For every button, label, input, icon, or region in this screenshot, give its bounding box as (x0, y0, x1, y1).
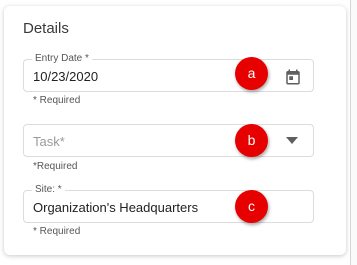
card-title: Details (23, 20, 69, 37)
screenshot-frame: Details Entry Date * 10/23/2020 * Requir… (0, 0, 357, 265)
entry-date-value: 10/23/2020 (33, 69, 99, 84)
task-dropdown[interactable]: Task* (23, 124, 314, 157)
calendar-icon[interactable] (284, 68, 302, 86)
task-placeholder: Task* (33, 134, 65, 149)
background-panel-edge (350, 0, 357, 265)
site-label: Site: * (32, 184, 65, 196)
annotation-badge-c: c (235, 190, 268, 223)
annotation-badge-a: a (235, 57, 268, 90)
site-field[interactable]: Site: * Organization's Headquarters (23, 184, 314, 223)
site-value: Organization's Headquarters (33, 200, 199, 215)
details-card: Details Entry Date * 10/23/2020 * Requir… (4, 6, 346, 255)
dropdown-arrow-icon[interactable] (286, 137, 298, 145)
annotation-badge-b: b (235, 124, 268, 157)
entry-date-required-note: * Required (33, 95, 81, 106)
site-required-note: * Required (33, 226, 81, 237)
entry-date-label: Entry Date * (32, 53, 92, 65)
entry-date-field[interactable]: Entry Date * 10/23/2020 (23, 53, 314, 92)
task-required-note: *Required (33, 161, 78, 172)
